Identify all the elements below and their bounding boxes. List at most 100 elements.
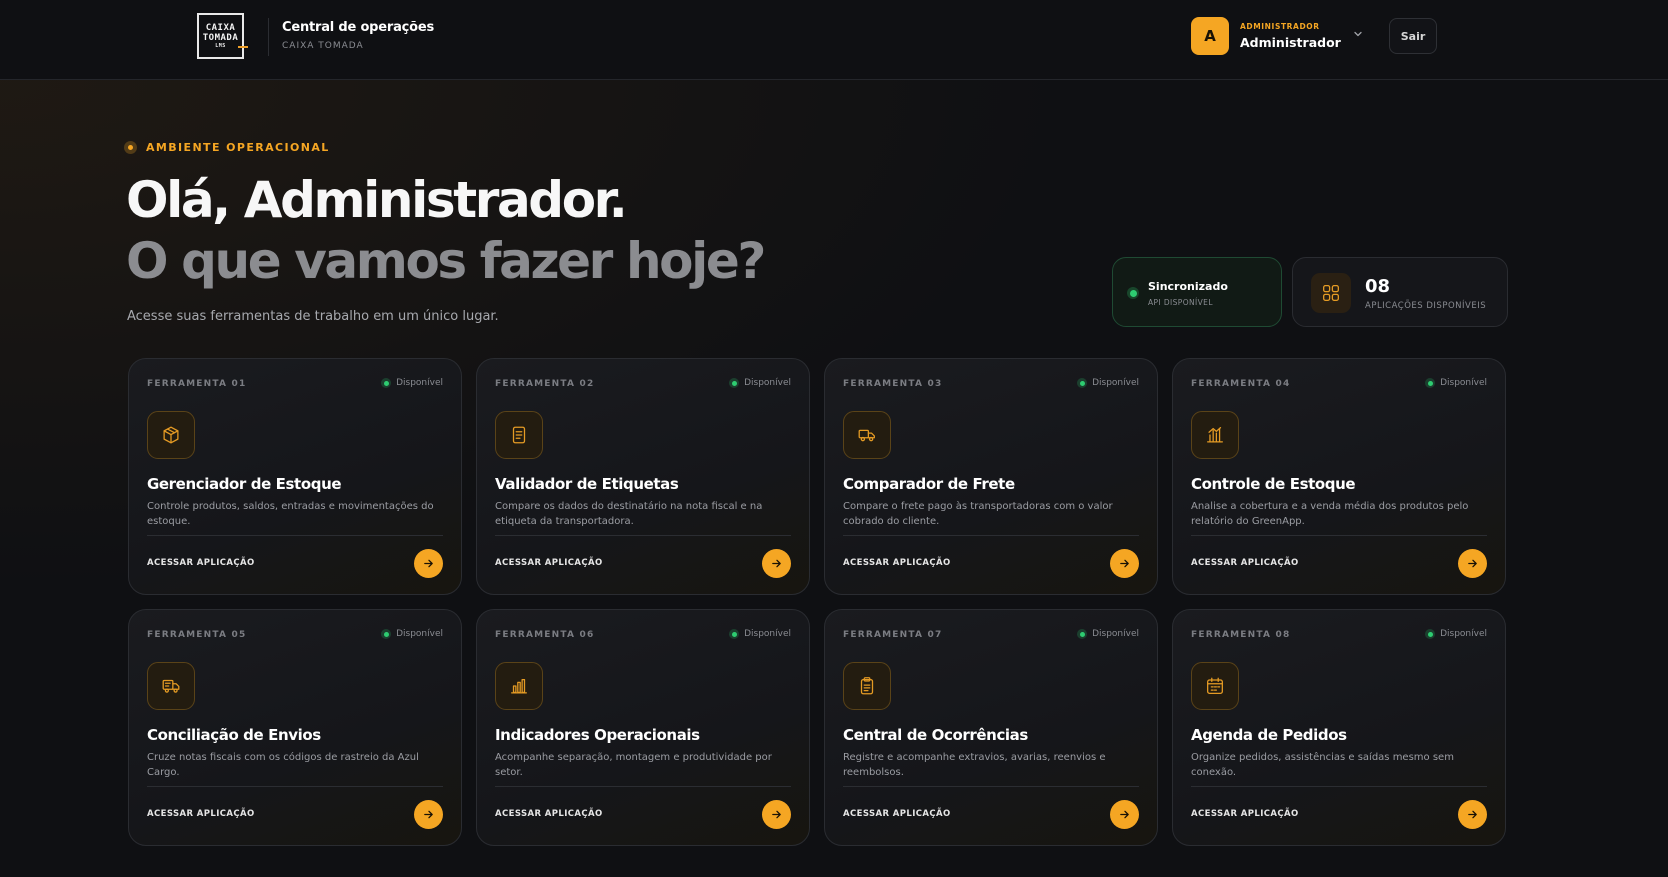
logo-line-2: TOMADA [202,33,239,43]
tool-title: Controle de Estoque [1191,475,1356,493]
brand-logo[interactable]: CAIXA TOMADA LMS [197,13,248,59]
logo-line-1: CAIXA [205,23,236,33]
sync-status-card: Sincronizado API DISPONÍVEL [1112,257,1282,327]
tool-number: FERRAMENTA 07 [843,630,943,640]
status-dot [124,141,137,154]
arrow-right-icon [1120,810,1129,819]
tool-card-08[interactable]: FERRAMENTA 08 Disponível Agenda de Pedid… [1172,609,1506,846]
open-app-link[interactable]: ACESSAR APLICAÇÃO [1191,558,1299,568]
logo-accent-bar [238,46,248,48]
tool-title: Gerenciador de Estoque [147,475,342,493]
card-divider [1191,786,1487,787]
tool-card-05[interactable]: FERRAMENTA 05 Disponível Conciliação de … [128,609,462,846]
status-dot [729,629,740,639]
apps-count: 08 [1365,276,1391,297]
page-title: Olá, Administrador. [126,171,628,229]
chart-icon [1191,411,1239,459]
tool-description: Compare o frete pago às transportadoras … [843,501,1113,527]
sync-title: Sincronizado [1148,280,1228,293]
page-subtitle: O que vamos fazer hoje? [126,232,766,290]
open-app-button[interactable] [414,800,443,829]
arrow-right-icon [424,559,433,568]
tool-status: Disponível [1077,378,1139,388]
tool-title: Comparador de Frete [843,475,1015,493]
app-subtitle: CAIXA TOMADA [282,41,364,51]
avatar[interactable]: A [1191,17,1229,55]
tool-status: Disponível [381,629,443,639]
tool-title: Central de Ocorrências [843,726,1028,744]
open-app-link[interactable]: ACESSAR APLICAÇÃO [495,558,603,568]
open-app-link[interactable]: ACESSAR APLICAÇÃO [147,809,255,819]
chevron-down-icon[interactable] [1352,28,1364,40]
status-dot [729,378,740,388]
open-app-button[interactable] [1110,549,1139,578]
tool-description: Acompanhe separação, montagem e produtiv… [495,752,772,778]
eyebrow-text: AMBIENTE OPERACIONAL [146,141,330,154]
card-divider [843,535,1139,536]
card-divider [495,535,791,536]
tool-status: Disponível [729,629,791,639]
open-app-link[interactable]: ACESSAR APLICAÇÃO [843,809,951,819]
tool-status: Disponível [381,378,443,388]
status-dot [1077,629,1088,639]
open-app-button[interactable] [762,800,791,829]
tool-card-03[interactable]: FERRAMENTA 03 Disponível Comparador de F… [824,358,1158,595]
bar-chart-icon [495,662,543,710]
tool-number: FERRAMENTA 04 [1191,379,1291,389]
tool-card-06[interactable]: FERRAMENTA 06 Disponível Indicadores Ope… [476,609,810,846]
status-dot [381,378,392,388]
open-app-button[interactable] [414,549,443,578]
logout-button[interactable]: Sair [1389,18,1437,54]
tool-status: Disponível [1425,629,1487,639]
open-app-button[interactable] [1458,549,1487,578]
tool-card-01[interactable]: FERRAMENTA 01 Disponível Gerenciador de … [128,358,462,595]
tool-status: Disponível [1077,629,1139,639]
arrow-right-icon [772,559,781,568]
tool-number: FERRAMENTA 05 [147,630,247,640]
arrow-right-icon [772,810,781,819]
open-app-button[interactable] [762,549,791,578]
tool-number: FERRAMENTA 02 [495,379,595,389]
tool-description: Cruze notas fiscais com os códigos de ra… [147,752,419,778]
page-description: Acesse suas ferramentas de trabalho em u… [127,309,499,324]
tool-description: Compare os dados do destinatário na nota… [495,501,763,527]
user-name[interactable]: Administrador [1240,35,1341,50]
card-divider [1191,535,1487,536]
tool-status: Disponível [1425,378,1487,388]
tool-number: FERRAMENTA 01 [147,379,247,389]
arrow-right-icon [1120,559,1129,568]
tool-number: FERRAMENTA 06 [495,630,595,640]
open-app-link[interactable]: ACESSAR APLICAÇÃO [495,809,603,819]
environment-badge: AMBIENTE OPERACIONAL [124,141,330,154]
tool-card-04[interactable]: FERRAMENTA 04 Disponível Controle de Est… [1172,358,1506,595]
tool-card-07[interactable]: FERRAMENTA 07 Disponível Central de Ocor… [824,609,1158,846]
tool-number: FERRAMENTA 08 [1191,630,1291,640]
tool-title: Conciliação de Envios [147,726,321,744]
card-divider [843,786,1139,787]
tool-card-02[interactable]: FERRAMENTA 02 Disponível Validador de Et… [476,358,810,595]
open-app-link[interactable]: ACESSAR APLICAÇÃO [843,558,951,568]
tool-title: Validador de Etiquetas [495,475,679,493]
status-label: Disponível [396,629,443,639]
truck-icon [843,411,891,459]
open-app-button[interactable] [1458,800,1487,829]
header-divider [268,18,269,56]
sync-dot [1127,287,1139,299]
tool-number: FERRAMENTA 03 [843,379,943,389]
grid-icon [1311,273,1351,313]
app-title: Central de operações [282,20,435,35]
calendar-icon [1191,662,1239,710]
open-app-link[interactable]: ACESSAR APLICAÇÃO [1191,809,1299,819]
status-label: Disponível [1440,378,1487,388]
clipboard-icon [843,662,891,710]
open-app-button[interactable] [1110,800,1139,829]
open-app-link[interactable]: ACESSAR APLICAÇÃO [147,558,255,568]
status-label: Disponível [744,378,791,388]
document-icon [495,411,543,459]
arrow-right-icon [1468,810,1477,819]
status-label: Disponível [744,629,791,639]
user-role: ADMINISTRADOR [1240,22,1320,31]
card-divider [495,786,791,787]
tool-description: Analise a cobertura e a venda média dos … [1191,501,1469,527]
top-bar: CAIXA TOMADA LMS Central de operações CA… [0,0,1668,80]
